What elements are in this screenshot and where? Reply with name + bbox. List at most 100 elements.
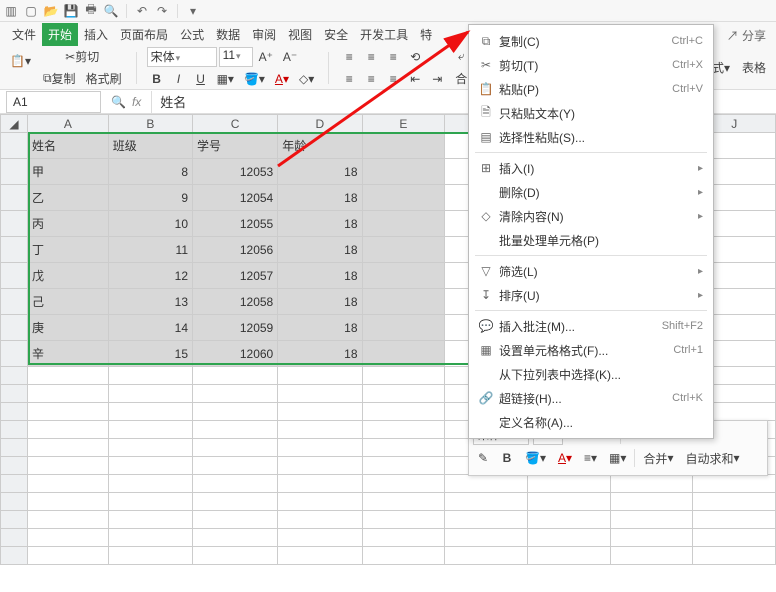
cell[interactable]: 丁 [28,237,109,263]
cell[interactable] [193,367,278,385]
cell[interactable]: 12058 [193,289,278,315]
select-all-corner[interactable]: ◢ [1,115,28,133]
cell[interactable]: 18 [278,237,362,263]
cell[interactable] [193,475,278,493]
cell[interactable] [108,403,192,421]
align-top-button[interactable]: ≡ [339,47,359,67]
orientation-button[interactable]: ⟲ [405,47,425,67]
cell[interactable] [527,529,610,547]
ctx-hyperlink[interactable]: 🔗超链接(H)...Ctrl+K [469,386,713,410]
fontsize-combo[interactable]: 11▾ [219,47,253,67]
tab-security[interactable]: 安全 [318,23,354,46]
paste-button[interactable]: 📋▾ [6,51,35,71]
italic-button[interactable]: I [169,69,189,89]
cell[interactable] [693,493,776,511]
cell[interactable]: 12060 [193,341,278,367]
row-header[interactable] [1,475,28,493]
shrink-font-button[interactable]: A⁻ [279,47,301,67]
copy-button[interactable]: ⧉ 复制 [39,69,80,89]
cell[interactable] [108,421,192,439]
cell[interactable] [193,403,278,421]
row-header[interactable] [1,439,28,457]
row-header[interactable] [1,237,28,263]
col-B[interactable]: B [108,115,192,133]
ctx-batch[interactable]: 批量处理单元格(P) [469,228,713,252]
ctx-sort[interactable]: ↧排序(U)▸ [469,283,713,307]
cell[interactable] [28,439,109,457]
cell[interactable]: 12055 [193,211,278,237]
cell[interactable] [362,421,445,439]
row-header[interactable] [1,385,28,403]
cell[interactable]: 12056 [193,237,278,263]
cell[interactable] [193,511,278,529]
cell[interactable] [362,367,445,385]
ctx-insert[interactable]: ⊞插入(I)▸ [469,156,713,180]
cell[interactable] [362,475,445,493]
align-middle-button[interactable]: ≡ [361,47,381,67]
cell[interactable]: 18 [278,211,362,237]
cell[interactable] [193,529,278,547]
cell[interactable] [362,341,445,367]
cell[interactable]: 己 [28,289,109,315]
cell[interactable]: 12053 [193,159,278,185]
align-left-button[interactable]: ≡ [339,69,359,89]
row-header[interactable] [1,367,28,385]
cell[interactable]: 9 [108,185,192,211]
cell[interactable] [278,547,362,565]
cell[interactable]: 18 [278,289,362,315]
mini-bold-button[interactable]: B [497,448,517,468]
cell[interactable] [693,511,776,529]
cell[interactable]: 辛 [28,341,109,367]
tab-review[interactable]: 审阅 [246,23,282,46]
indent-dec-button[interactable]: ⇤ [405,69,425,89]
row-header[interactable] [1,511,28,529]
cell[interactable]: 15 [108,341,192,367]
cell[interactable] [28,493,109,511]
cell[interactable]: 12054 [193,185,278,211]
cell[interactable] [362,237,445,263]
cell[interactable]: 18 [278,185,362,211]
fontcolor-button[interactable]: A▾ [271,69,293,89]
cell[interactable] [445,511,528,529]
cell[interactable] [445,547,528,565]
cell[interactable] [693,529,776,547]
cell[interactable] [278,529,362,547]
cell[interactable]: 戊 [28,263,109,289]
ctx-dropdown[interactable]: 从下拉列表中选择(K)... [469,362,713,386]
cell[interactable] [362,133,445,159]
tablestyle-button[interactable]: 表格 [738,58,770,78]
share-button[interactable]: ↗ 分享 [723,25,770,46]
cell[interactable] [108,493,192,511]
cell[interactable] [610,511,693,529]
cell[interactable] [28,529,109,547]
cell[interactable] [108,367,192,385]
cell[interactable]: 8 [108,159,192,185]
open-icon[interactable]: 📂 [44,4,58,18]
row-header[interactable] [1,403,28,421]
cut-button[interactable]: ✂ 剪切 [39,47,126,67]
cell[interactable] [610,493,693,511]
cell[interactable]: 12059 [193,315,278,341]
tab-file[interactable]: 文件 [6,23,42,46]
name-box[interactable]: A1 [6,91,101,113]
cell[interactable] [193,385,278,403]
cell[interactable] [108,529,192,547]
cell[interactable] [362,547,445,565]
cell[interactable]: 18 [278,263,362,289]
cell[interactable] [445,529,528,547]
tab-view[interactable]: 视图 [282,23,318,46]
cell[interactable] [28,475,109,493]
mini-align-button[interactable]: ≡▾ [580,448,601,468]
cell[interactable] [28,385,109,403]
cell[interactable] [362,493,445,511]
mini-merge-text-button[interactable]: 合并▾ [639,448,677,468]
align-bottom-button[interactable]: ≡ [383,47,403,67]
ctx-copy[interactable]: ⧉复制(C)Ctrl+C [469,29,713,53]
print-icon[interactable]: 🖶 [84,4,98,18]
border-button[interactable]: ▦▾ [213,69,238,89]
cell[interactable] [278,403,362,421]
cell[interactable]: 12057 [193,263,278,289]
row-header[interactable] [1,185,28,211]
cell[interactable] [108,385,192,403]
cell[interactable] [193,439,278,457]
